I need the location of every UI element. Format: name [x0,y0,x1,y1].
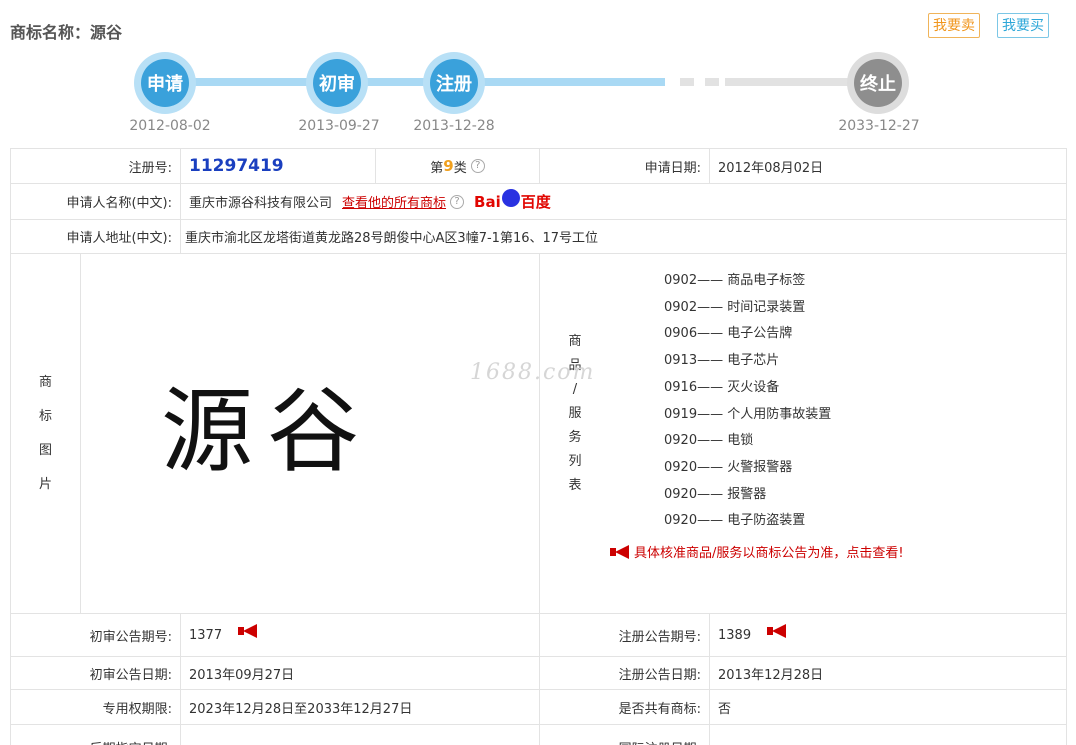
applicant-cell: 重庆市源谷科技有限公司 查看他的所有商标 ? Bai 百度 [181,184,1067,219]
list-item: 0902—— 商品电子标签 [664,273,806,288]
list-item: 0920—— 火警报警器 [664,459,793,475]
trademark-image-text: 源谷 [161,378,374,485]
sell-button[interactable]: 我要卖 [928,13,980,38]
service-list-cell: 商 品 / 服 务 列 表 0902—— 商品电子标签 0902—— 时间记录装… [540,254,1067,613]
notice-link[interactable]: 具体核准商品/服务以商标公告为准，点击查看! [608,542,904,561]
prelim-no-value: 1377 [189,627,223,643]
help-icon[interactable]: ? [450,194,465,209]
mark-row: 商 标 图 片 源谷 商 品 / 服 务 列 表 0902—— 商品电子标签 0… [11,254,1067,614]
table-row: 注册号: 11297419 第 9 类? 申请日期: 2012年08月02日 [11,149,1067,184]
baidu-search-button[interactable]: Bai 百度 [474,188,551,212]
megaphone-icon[interactable] [765,624,787,638]
stage-date: 2013-09-27 [298,118,380,134]
applicant-value: 重庆市源谷科技有限公司 [189,196,333,211]
prelim-no-cell: 1377 [181,614,540,656]
baidu-logo-suffix: 百度 [520,193,551,211]
stage-label: 注册 [430,59,478,107]
megaphone-icon [608,545,630,559]
shared-value: 否 [710,690,1067,724]
stage-prelim: 初审 [306,52,368,114]
progress-dash [680,78,694,86]
class-number: 9 [443,157,454,175]
all-trademarks-link[interactable]: 查看他的所有商标 [342,192,446,211]
prelim-date-label: 初审公告日期: [11,657,181,689]
list-item: 0913—— 电子芯片 [664,353,780,369]
term-value: 2023年12月28日至2033年12月27日 [181,690,540,724]
image-label: 商 标 图 片 [38,374,52,492]
apply-date-value: 2012年08月02日 [710,149,1067,183]
stage-date: 2013-12-28 [413,118,495,134]
megaphone-icon[interactable] [236,624,258,638]
table-row: 初审公告日期: 2013年09月27日 注册公告日期: 2013年12月28日 [11,657,1067,690]
intl-date-label: 国际注册日期: [540,724,710,745]
table-row: 申请人地址(中文): 重庆市渝北区龙塔街道黄龙路28号朗俊中心A区3幢7-1第1… [11,220,1067,254]
later-date-value [181,724,540,745]
progress-dash [705,78,719,86]
shared-label: 是否共有商标: [540,690,710,724]
list-item: 0906—— 电子公告牌 [664,326,793,342]
baidu-paw-icon [501,188,520,207]
stage-register: 注册 [423,52,485,114]
address-value: 重庆市渝北区龙塔街道黄龙路28号朗俊中心A区3幢7-1第16、17号工位 [181,220,1067,253]
reg-no-value: 11297419 [189,156,284,176]
service-label: 商 品 / 服 务 列 表 [568,334,582,493]
list-item: 0920—— 报警器 [664,486,767,502]
table-row: 初审公告期号: 1377 注册公告期号: 1389 [11,614,1067,657]
page-title: 商标名称：源谷 [10,23,123,42]
stage-label: 终止 [854,59,902,107]
class-prefix: 第 [430,160,444,176]
list-item: 0920—— 电锁 [664,433,754,449]
table-row: 后期指定日期: 国际注册日期: [11,724,1067,745]
list-item: 0920—— 电子防盗装置 [664,513,806,529]
class-cell: 第 9 类? [376,149,540,183]
list-item: 0919—— 个人用防事故装置 [664,406,832,422]
stage-date: 2012-08-02 [129,118,211,134]
reg-pub-date-value: 2013年12月28日 [710,657,1067,689]
address-label: 申请人地址(中文): [11,220,181,253]
help-icon[interactable]: ? [470,159,485,173]
reg-pub-no-value: 1389 [718,627,752,643]
table-row: 申请人名称(中文): 重庆市源谷科技有限公司 查看他的所有商标 ? Bai 百度 [11,184,1067,220]
applicant-label: 申请人名称(中文): [11,184,181,219]
reg-no-label: 注册号: [11,149,181,183]
stage-end: 终止 [847,52,909,114]
reg-pub-date-label: 注册公告日期: [540,657,710,689]
later-date-label: 后期指定日期: [11,724,181,745]
prelim-date-value: 2013年09月27日 [181,657,540,689]
intl-date-value [710,724,1067,745]
term-label: 专用权期限: [11,690,181,724]
trademark-image: 源谷 [81,254,540,613]
trademark-detail-page: 商标名称：源谷 我要卖 我要买 申请 初审 注册 终止 2012-08-02 2… [0,0,1076,745]
class-suffix: 类 [453,160,467,176]
stage-date: 2033-12-27 [838,118,920,134]
prelim-no-label: 初审公告期号: [11,614,181,656]
stage-label: 申请 [141,59,189,107]
trademark-info-table: 注册号: 11297419 第 9 类? 申请日期: 2012年08月02日 申请人… [10,148,1067,745]
notice-text: 具体核准商品/服务以商标公告为准，点击查看! [634,546,904,561]
stage-apply: 申请 [134,52,196,114]
buy-button[interactable]: 我要买 [997,13,1049,38]
list-item: 0902—— 时间记录装置 [664,299,806,315]
baidu-logo-prefix: Bai [474,192,501,211]
watermark: 1688.com [470,360,596,385]
table-row: 专用权期限: 2023年12月28日至2033年12月27日 是否共有商标: 否 [11,690,1067,725]
apply-date-label: 申请日期: [540,149,710,183]
list-item: 0916—— 灭火设备 [664,379,780,395]
service-list: 0902—— 商品电子标签 0902—— 时间记录装置 0906—— 电子公告牌… [664,268,831,535]
progress-track-done [165,78,665,86]
reg-pub-no-cell: 1389 [710,614,1067,656]
reg-pub-no-label: 注册公告期号: [540,614,710,656]
stage-label: 初审 [313,59,361,107]
